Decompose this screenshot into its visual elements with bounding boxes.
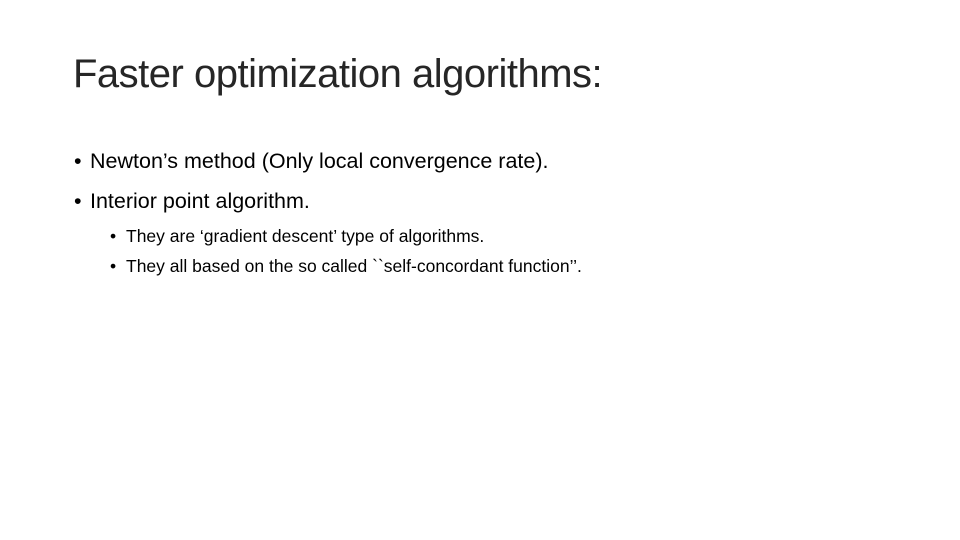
bullet-text: They all based on the so called ``self-c… xyxy=(126,256,582,276)
bullet-icon: • xyxy=(110,226,117,246)
bullet-icon: • xyxy=(110,256,117,276)
bullet-item: • Interior point algorithm. xyxy=(74,189,310,214)
bullet-text: Interior point algorithm. xyxy=(90,189,310,213)
bullet-item: • Newton’s method (Only local convergence… xyxy=(74,149,549,174)
slide-title: Faster optimization algorithms: xyxy=(73,52,603,96)
sub-bullet-item: • They all based on the so called ``self-… xyxy=(110,256,582,277)
bullet-icon: • xyxy=(74,149,82,173)
bullet-text: They are ‘gradient descent’ type of algo… xyxy=(126,226,485,246)
sub-bullet-item: • They are ‘gradient descent’ type of alg… xyxy=(110,226,484,247)
bullet-icon: • xyxy=(74,189,82,213)
bullet-text: Newton’s method (Only local convergence … xyxy=(90,149,549,173)
